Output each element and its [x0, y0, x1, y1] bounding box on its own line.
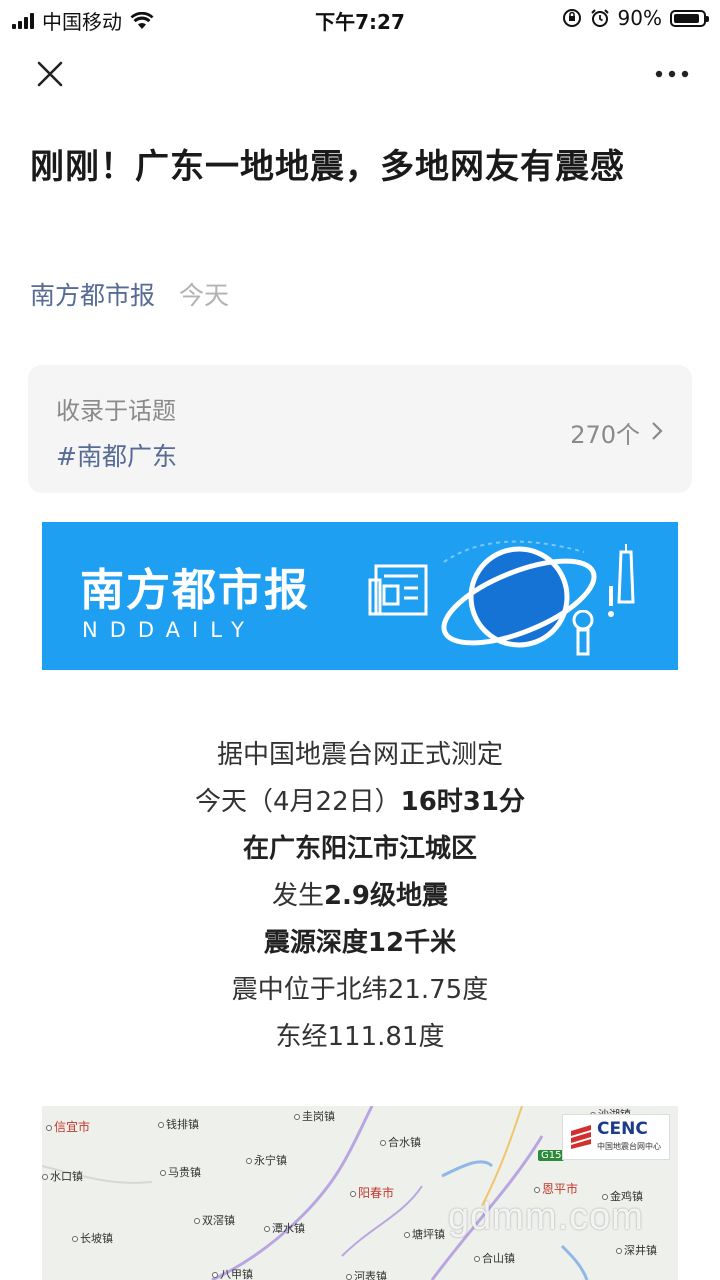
topic-label: 收录于话题 — [56, 397, 176, 425]
highway-badge: G15 — [538, 1150, 565, 1161]
publish-date: 今天 — [178, 281, 229, 310]
microphone-icon — [572, 610, 594, 656]
map-town: 阳春市 — [350, 1184, 394, 1201]
map-town: 水口镇 — [42, 1168, 83, 1184]
alarm-icon — [590, 9, 609, 27]
body-line: 震中位于北纬21.75度 — [231, 975, 489, 1005]
topic-count: 270个 — [570, 421, 640, 449]
close-icon[interactable] — [30, 54, 70, 94]
battery-icon — [670, 9, 709, 27]
map-town: 双滘镇 — [194, 1212, 235, 1228]
map-town: 合山镇 — [474, 1250, 515, 1266]
battery-percent: 90% — [617, 6, 662, 30]
map-town: 深井镇 — [616, 1242, 657, 1258]
body-line: 东经111.81度 — [275, 1022, 445, 1052]
cenc-logo: CENC 中国地震台网中心 — [562, 1114, 670, 1160]
newspaper-icon — [368, 564, 428, 616]
map-town: 长坡镇 — [72, 1230, 113, 1246]
map-town: 恩平市 — [534, 1180, 578, 1197]
source-link[interactable]: 南方都市报 — [30, 281, 155, 310]
body-line: 震源深度12千米 — [263, 928, 457, 958]
map-town: 信宜市 — [46, 1118, 90, 1135]
exclamation-icon — [608, 586, 614, 617]
map-town: 河表镇 — [346, 1268, 387, 1280]
chevron-right-icon — [652, 422, 663, 440]
body-line: 在广东阳江市江城区 — [242, 834, 477, 864]
topic-tag[interactable]: #南都广东 — [56, 437, 177, 473]
article-body: 据中国地震台网正式测定 今天（4月22日）16时31分 在广东阳江市江城区 发生… — [0, 732, 720, 1061]
topic-card[interactable]: 收录于话题 #南都广东 270个 — [28, 365, 692, 493]
map-town: 塘坪镇 — [404, 1226, 445, 1242]
map-town: 圭岗镇 — [294, 1108, 335, 1124]
earthquake-map[interactable]: 信宜市 钱排镇 圭岗镇 合水镇 沙湖镇 马贵镇 永宁镇 阳春市 恩平市 水口镇 … — [42, 1106, 678, 1280]
body-line: 发生2.9级地震 — [271, 881, 449, 911]
body-line: 今天（4月22日）16时31分 — [194, 787, 525, 817]
cenc-logo-text: CENC — [597, 1119, 648, 1139]
map-town: 合水镇 — [380, 1134, 421, 1150]
map-town: 八甲镇 — [212, 1266, 253, 1280]
article-title: 刚刚！广东一地地震，多地网友有震感 — [30, 147, 625, 187]
nav-bar — [0, 44, 720, 104]
map-town: 钱排镇 — [158, 1116, 199, 1132]
map-town: 永宁镇 — [246, 1152, 287, 1168]
tower-icon — [617, 544, 635, 604]
watermark: gdmm.com — [448, 1196, 644, 1238]
article-meta: 南方都市报 今天 — [30, 276, 229, 312]
banner-subtitle: NDDAILY — [82, 618, 256, 642]
cenc-mark-icon — [571, 1125, 591, 1149]
article-page: 中国移动 下午7:27 90% 刚刚！广东一地地震，多地网友有震感 南方都市报 … — [0, 0, 720, 1280]
body-line: 据中国地震台网正式测定 — [216, 740, 503, 770]
status-bar: 中国移动 下午7:27 90% — [0, 0, 720, 36]
banner-brand: 南方都市报 — [80, 565, 310, 616]
map-town: 潭水镇 — [264, 1220, 305, 1236]
brand-banner: 南方都市报 NDDAILY — [42, 522, 678, 670]
map-town: 马贵镇 — [160, 1164, 201, 1180]
rotation-lock-icon — [562, 9, 581, 27]
more-icon[interactable] — [652, 54, 692, 94]
cenc-logo-subtext: 中国地震台网中心 — [597, 1142, 661, 1151]
